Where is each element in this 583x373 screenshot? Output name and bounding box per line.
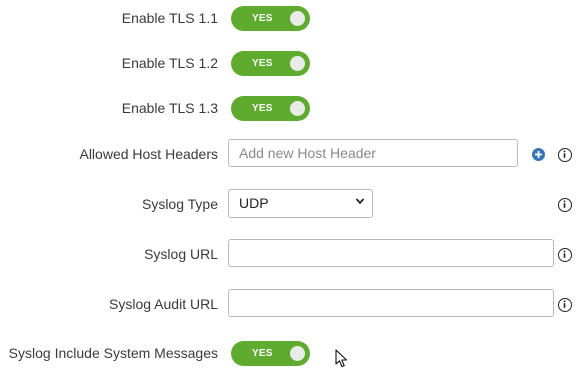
toggle-tls12[interactable]: YES <box>231 51 310 76</box>
setting-label-tls11: Enable TLS 1.1 <box>121 10 218 26</box>
toggle-state-label: YES <box>252 58 273 69</box>
toggle-knob <box>290 11 305 26</box>
setting-label-host-headers: Allowed Host Headers <box>79 146 218 162</box>
toggle-knob <box>290 101 305 116</box>
setting-label-syslog-url: Syslog URL <box>144 246 218 262</box>
mouse-pointer-icon <box>335 349 348 368</box>
toggle-tls13[interactable]: YES <box>231 96 310 121</box>
toggle-state-label: YES <box>252 103 273 114</box>
setting-label-syslog-type: Syslog Type <box>141 196 218 212</box>
toggle-knob <box>290 346 305 361</box>
toggle-tls11[interactable]: YES <box>231 6 310 31</box>
setting-row-tls11: Enable TLS 1.1 YES <box>0 3 583 33</box>
plus-circle-icon[interactable] <box>532 148 545 161</box>
toggle-knob <box>290 56 305 71</box>
toggle-syslog-system-messages[interactable]: YES <box>231 341 310 366</box>
setting-row-syslog-system-messages: Syslog Include System Messages YES <box>0 338 583 368</box>
toggle-state-label: YES <box>252 13 273 24</box>
setting-row-syslog-url: Syslog URL <box>0 239 583 269</box>
setting-label-syslog-audit-url: Syslog Audit URL <box>109 296 218 312</box>
info-circle-icon[interactable] <box>558 198 572 212</box>
setting-label-tls13: Enable TLS 1.3 <box>121 100 218 116</box>
setting-label-tls12: Enable TLS 1.2 <box>121 55 218 71</box>
host-header-input[interactable] <box>228 139 518 167</box>
toggle-state-label: YES <box>252 348 273 359</box>
setting-row-syslog-audit-url: Syslog Audit URL <box>0 289 583 319</box>
setting-row-tls13: Enable TLS 1.3 YES <box>0 93 583 123</box>
syslog-type-select[interactable]: UDP <box>228 189 373 218</box>
setting-row-tls12: Enable TLS 1.2 YES <box>0 48 583 78</box>
info-circle-icon[interactable] <box>558 148 572 162</box>
setting-label-syslog-system-messages: Syslog Include System Messages <box>8 345 218 361</box>
info-circle-icon[interactable] <box>558 248 572 262</box>
syslog-type-selected-value: UDP <box>239 195 269 211</box>
setting-row-syslog-type: Syslog Type UDP <box>0 189 583 219</box>
syslog-audit-url-input[interactable] <box>228 289 554 317</box>
info-circle-icon[interactable] <box>558 298 572 312</box>
setting-row-host-headers: Allowed Host Headers <box>0 139 583 169</box>
syslog-url-input[interactable] <box>228 239 554 267</box>
chevron-down-icon <box>355 198 365 205</box>
